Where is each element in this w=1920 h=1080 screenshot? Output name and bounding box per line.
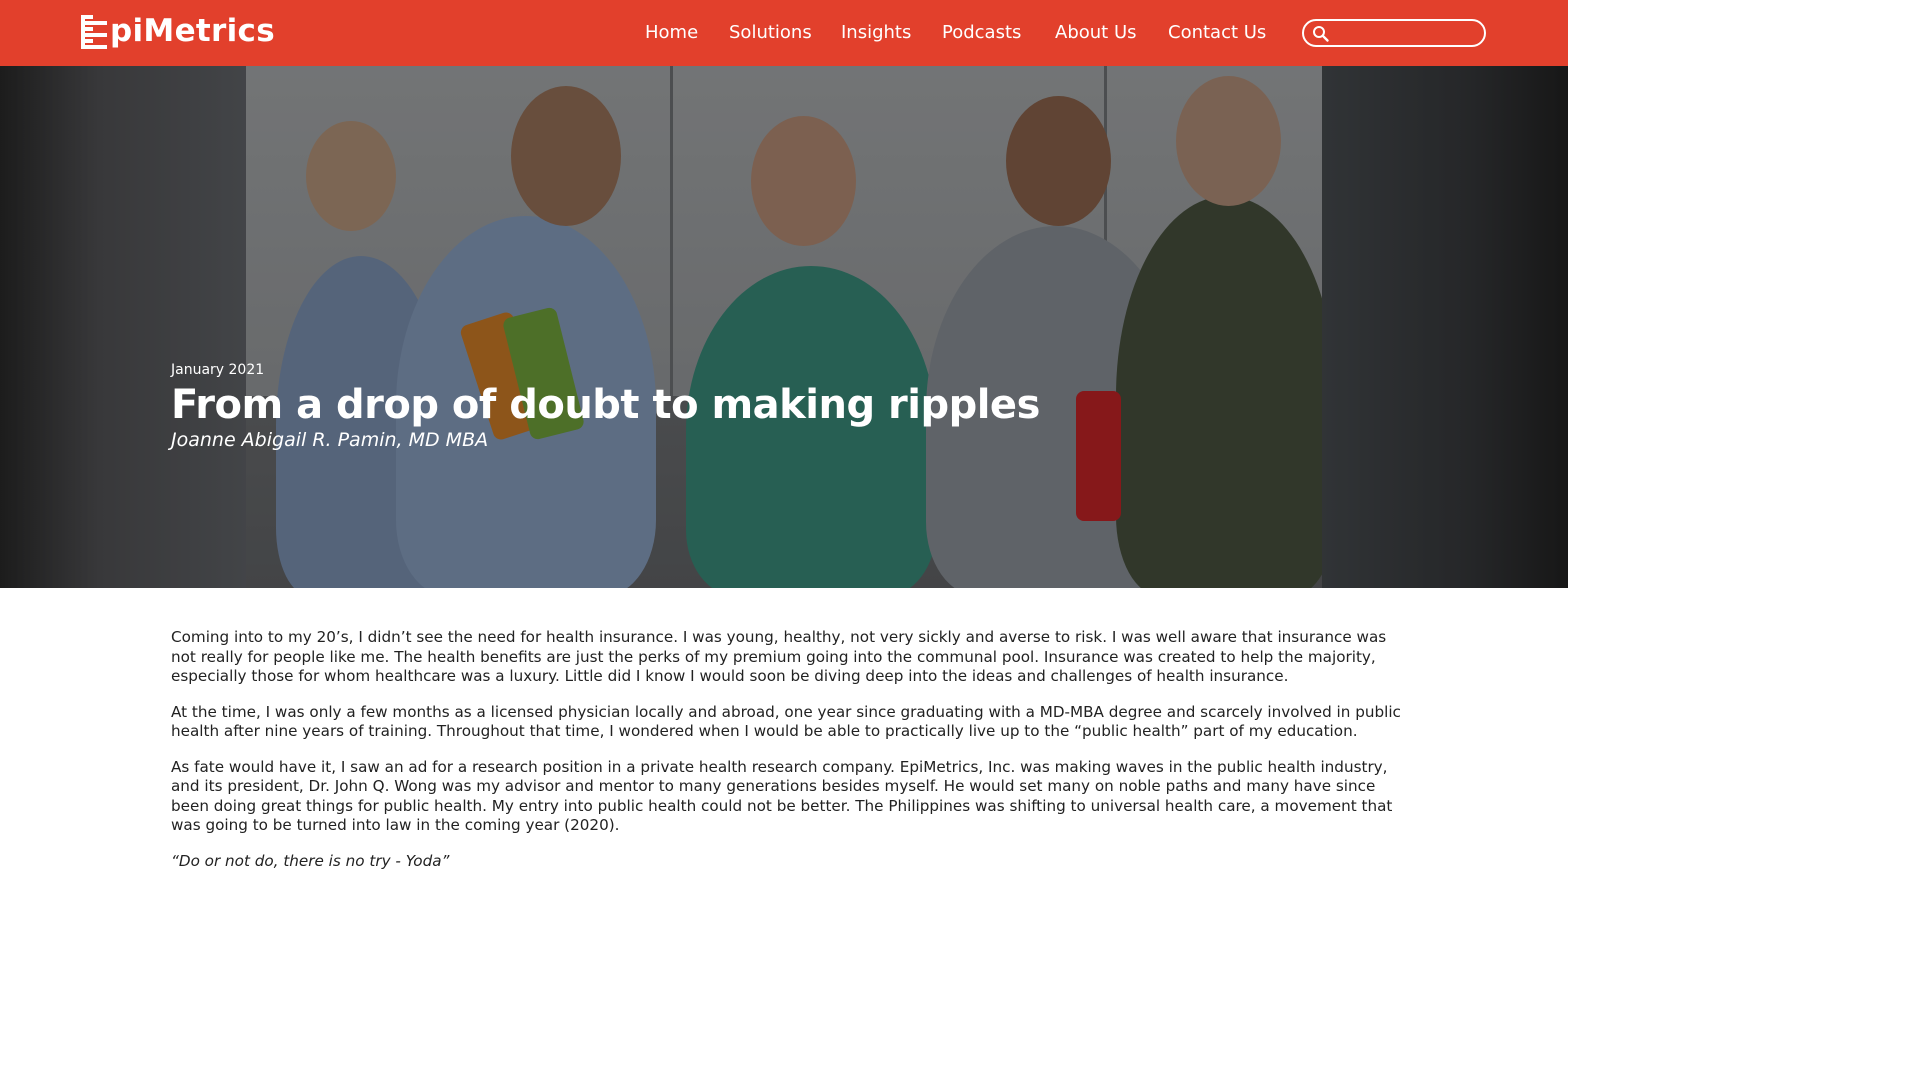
hero-banner: January 2021 From a drop of doubt to mak…	[0, 66, 1568, 588]
article-paragraph: At the time, I was only a few months as …	[171, 702, 1401, 741]
nav-contact-us[interactable]: Contact Us	[1168, 20, 1266, 46]
nav-solutions[interactable]: Solutions	[729, 20, 812, 46]
nav-podcasts[interactable]: Podcasts	[942, 20, 1021, 46]
nav-insights[interactable]: Insights	[841, 20, 911, 46]
search-icon[interactable]	[1312, 25, 1330, 43]
article-paragraph: Coming into to my 20’s, I didn’t see the…	[171, 628, 1387, 685]
article-quote: “Do or not do, there is no try - Yoda”	[171, 851, 450, 870]
search-box[interactable]	[1302, 19, 1486, 47]
article-title: From a drop of doubt to making ripples	[171, 382, 1040, 428]
article-paragraph: As fate would have it, I saw an ad for a…	[171, 757, 1393, 835]
top-navbar: piMetrics Home Solutions Insights Podcas…	[0, 0, 1568, 66]
nav-home[interactable]: Home	[645, 20, 698, 46]
article-date: January 2021	[171, 362, 265, 378]
article-body: Coming into to my 20’s, I didn’t see the…	[171, 628, 1401, 887]
epimetrics-logo[interactable]: piMetrics	[81, 12, 275, 50]
hero-dark-overlay	[0, 66, 1568, 588]
nav-about-us[interactable]: About Us	[1055, 20, 1137, 46]
logo-e-mark-icon	[81, 13, 109, 49]
logo-text: piMetrics	[110, 13, 275, 49]
search-input[interactable]	[1334, 24, 1479, 42]
article-author: Joanne Abigail R. Pamin, MD MBA	[171, 429, 489, 451]
